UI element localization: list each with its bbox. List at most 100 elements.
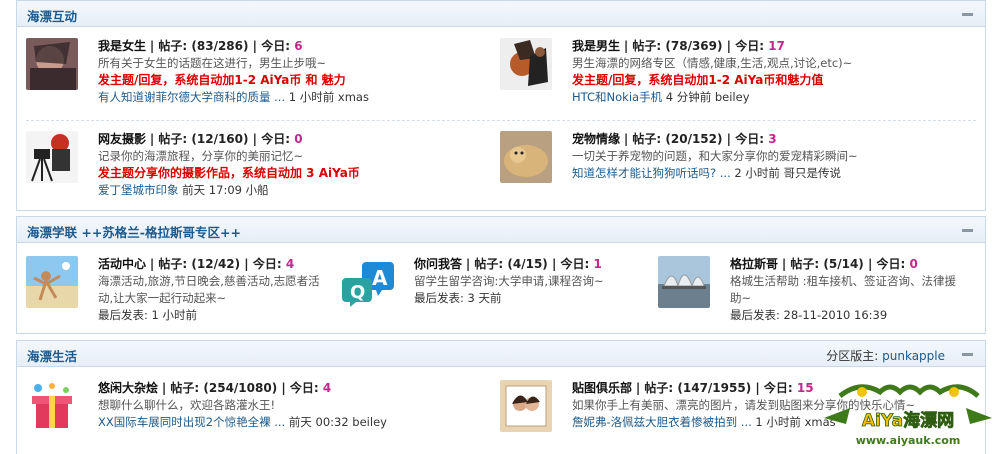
forum-reward-notice: 发主题/回复，系统自动加1-2 AiYa币 和 魅力 bbox=[98, 73, 346, 87]
forum-stats: | 帖子: (78/369) | 今日: bbox=[623, 39, 769, 53]
today-count: 17 bbox=[768, 39, 785, 53]
forum-description-line: 格城生活帮助 :租车接机、签证咨询、法律援 bbox=[730, 274, 957, 288]
gift-box-icon[interactable] bbox=[26, 380, 78, 432]
today-count: 3 bbox=[768, 132, 777, 146]
forum-stats: | 帖子: (12/160) | 今日: bbox=[149, 132, 295, 146]
today-count: 15 bbox=[796, 381, 814, 395]
forum-info: 你问我答 | 帖子: (4/15) | 今日: 1 留学生留学咨询:大学申请,课… bbox=[414, 256, 604, 307]
last-post-link[interactable]: 詹妮弗-洛佩兹大胆衣着惨被拍到 ... bbox=[572, 415, 752, 429]
last-post-meta: 2 小时前 哥只是传说 bbox=[730, 166, 842, 180]
forum-thumbnail[interactable] bbox=[500, 38, 552, 90]
last-post-time: 1 小时前 bbox=[151, 308, 198, 322]
forum-name-link[interactable]: 我是女生 bbox=[98, 39, 146, 53]
last-post: 最后发表: 28-11-2010 16:39 bbox=[730, 307, 956, 324]
forum-item: 我是男生 | 帖子: (78/369) | 今日: 17 男生海漂的网络专区（情… bbox=[500, 38, 960, 112]
forum-stats: | 帖子: (20/152) | 今日: bbox=[623, 132, 769, 146]
last-post: 最后发表: 3 天前 bbox=[414, 290, 604, 307]
last-post: 最后发表: 1 小时前 bbox=[98, 307, 320, 324]
forum-reward-notice: 发主题分享你的摄影作品，系统自动加 3 AiYa币 bbox=[98, 166, 360, 180]
section-header: 海漂学联 ++苏格兰-格拉斯哥专区++ bbox=[17, 217, 985, 243]
forum-stats: | 帖子: (254/1080) | 今日: bbox=[161, 381, 323, 395]
forum-name-link[interactable]: 你问我答 bbox=[414, 257, 462, 271]
logo-text: AiYa海漂网 bbox=[862, 410, 954, 431]
forum-description: 想聊什么聊什么，欢迎各路灌水王! bbox=[98, 398, 276, 412]
last-post-link[interactable]: 爱丁堡城市印象 bbox=[98, 183, 179, 197]
moderator-link[interactable]: punkapple bbox=[882, 349, 945, 363]
forum-name-link[interactable]: 宠物情缘 bbox=[572, 132, 620, 146]
forum-item: 悠闲大杂烩 | 帖子: (254/1080) | 今日: 4 想聊什么聊什么，欢… bbox=[26, 380, 466, 450]
forum-thumbnail[interactable] bbox=[26, 38, 78, 90]
qa-icon[interactable]: AQ bbox=[342, 256, 398, 308]
forum-thumbnail[interactable] bbox=[26, 256, 78, 308]
collapse-icon[interactable] bbox=[962, 229, 973, 232]
today-count: 6 bbox=[294, 39, 303, 53]
forum-description: 记录你的海漂旅程，分享你的美丽记忆~ bbox=[98, 149, 304, 163]
forum-description: 一切关于养宠物的问题，和大家分享你的爱宠精彩瞬间~ bbox=[572, 149, 858, 163]
forum-thumbnail[interactable] bbox=[500, 131, 552, 183]
last-post-time: 3 天前 bbox=[467, 291, 502, 305]
today-count: 4 bbox=[322, 381, 332, 395]
last-post-link[interactable]: 知道怎样才能让狗狗听话吗? ... bbox=[572, 166, 731, 180]
last-post-link[interactable]: 有人知道谢菲尔德大学商科的质量 ... bbox=[98, 90, 285, 104]
last-post-meta: 4 分钟前 beiley bbox=[662, 90, 750, 104]
row-divider bbox=[26, 120, 976, 121]
last-post-meta: 1 小时前 xmas bbox=[285, 90, 369, 104]
forum-item: 我是女生 | 帖子: (83/286) | 今日: 6 所有关于女生的话题在这进… bbox=[26, 38, 466, 112]
section-title[interactable]: 海漂互动 bbox=[27, 6, 77, 25]
svg-text:A: A bbox=[372, 266, 388, 290]
forum-info: 活动中心 | 帖子: (12/42) | 今日: 4 海漂活动,旅游,节日晚会,… bbox=[98, 256, 320, 324]
logo-url: www.aiyauk.com bbox=[856, 434, 961, 447]
forum-stats: | 帖子: (4/15) | 今日: bbox=[465, 257, 594, 271]
last-post-label: 最后发表: bbox=[730, 308, 784, 322]
forum-name-link[interactable]: 活动中心 bbox=[98, 257, 146, 271]
collapse-icon[interactable] bbox=[962, 13, 973, 16]
last-post-label: 最后发表: bbox=[414, 291, 468, 305]
forum-thumbnail[interactable] bbox=[500, 380, 552, 432]
section-title[interactable]: 海漂学联 ++苏格兰-格拉斯哥专区++ bbox=[27, 222, 241, 241]
forum-description-line: 留学生留学咨询:大学申请,课程咨询~ bbox=[414, 274, 604, 288]
forum-info: 网友摄影 | 帖子: (12/160) | 今日: 0 记录你的海漂旅程，分享你… bbox=[98, 131, 360, 199]
forum-stats: | 帖子: (12/42) | 今日: bbox=[149, 257, 286, 271]
last-post-link[interactable]: XX国际车展同时出现2个惊艳全裸 ... bbox=[98, 415, 285, 429]
today-count: 1 bbox=[593, 257, 602, 271]
forum-name-link[interactable]: 格拉斯哥 bbox=[730, 257, 778, 271]
forum-item: 网友摄影 | 帖子: (12/160) | 今日: 0 记录你的海漂旅程，分享你… bbox=[26, 131, 466, 205]
last-post-link[interactable]: HTC和Nokia手机 bbox=[572, 90, 662, 104]
forum-item: 活动中心 | 帖子: (12/42) | 今日: 4 海漂活动,旅游,节日晚会,… bbox=[26, 256, 326, 330]
collapse-icon[interactable] bbox=[962, 353, 973, 356]
forum-item: AQ 你问我答 | 帖子: (4/15) | 今日: 1 留学生留学咨询:大学申… bbox=[342, 256, 642, 330]
forum-description-line: 助~ bbox=[730, 291, 752, 305]
last-post-time: 28-11-2010 16:39 bbox=[783, 308, 888, 322]
forum-name-link[interactable]: 网友摄影 bbox=[98, 132, 146, 146]
last-post-label: 最后发表: bbox=[98, 308, 152, 322]
forum-item: 格拉斯哥 | 帖子: (5/14) | 今日: 0 格城生活帮助 :租车接机、签… bbox=[658, 256, 978, 330]
last-post: 知道怎样才能让狗狗听话吗? ... 2 小时前 哥只是传说 bbox=[572, 165, 858, 182]
forum-reward-notice: 发主题/回复，系统自动加1-2 AiYa币和魅力值 bbox=[572, 73, 824, 87]
section-moderator: 分区版主: punkapple bbox=[826, 347, 945, 364]
last-post: XX国际车展同时出现2个惊艳全裸 ... 前天 00:32 beiley bbox=[98, 414, 387, 431]
forum-name-link[interactable]: 贴图俱乐部 bbox=[572, 381, 632, 395]
forum-stats: | 帖子: (147/1955) | 今日: bbox=[635, 381, 797, 395]
forum-description-line: 动,让大家一起行动起来~ bbox=[98, 291, 227, 305]
forum-info: 宠物情缘 | 帖子: (20/152) | 今日: 3 一切关于养宠物的问题，和… bbox=[572, 131, 858, 182]
forum-description: 男生海漂的网络专区（情感,健康,生活,观点,讨论,etc)~ bbox=[572, 56, 853, 70]
forum-name-link[interactable]: 我是男生 bbox=[572, 39, 620, 53]
section-header: 海漂生活 分区版主: punkapple bbox=[17, 341, 985, 367]
last-post-meta: 前天 00:32 beiley bbox=[285, 415, 387, 429]
last-post: HTC和Nokia手机 4 分钟前 beiley bbox=[572, 89, 852, 106]
forum-thumbnail[interactable] bbox=[26, 131, 78, 183]
forum-name-link[interactable]: 悠闲大杂烩 bbox=[98, 381, 158, 395]
today-count: 0 bbox=[294, 132, 303, 146]
today-count: 4 bbox=[285, 257, 295, 271]
today-count: 0 bbox=[909, 257, 918, 271]
forum-thumbnail[interactable] bbox=[658, 256, 710, 308]
forum-stats: | 帖子: (83/286) | 今日: bbox=[149, 39, 295, 53]
section-title[interactable]: 海漂生活 bbox=[27, 346, 77, 365]
forum-description: 所有关于女生的话题在这进行，男生止步哦~ bbox=[98, 56, 327, 70]
forum-info: 我是女生 | 帖子: (83/286) | 今日: 6 所有关于女生的话题在这进… bbox=[98, 38, 369, 106]
forum-stats: | 帖子: (5/14) | 今日: bbox=[781, 257, 910, 271]
section-header: 海漂互动 bbox=[17, 1, 985, 27]
site-logo: AiYa海漂网 www.aiyauk.com bbox=[820, 378, 996, 452]
moderator-label: 分区版主: bbox=[826, 349, 883, 363]
forum-description-line: 海漂活动,旅游,节日晚会,慈善活动,志愿者活 bbox=[98, 274, 320, 288]
